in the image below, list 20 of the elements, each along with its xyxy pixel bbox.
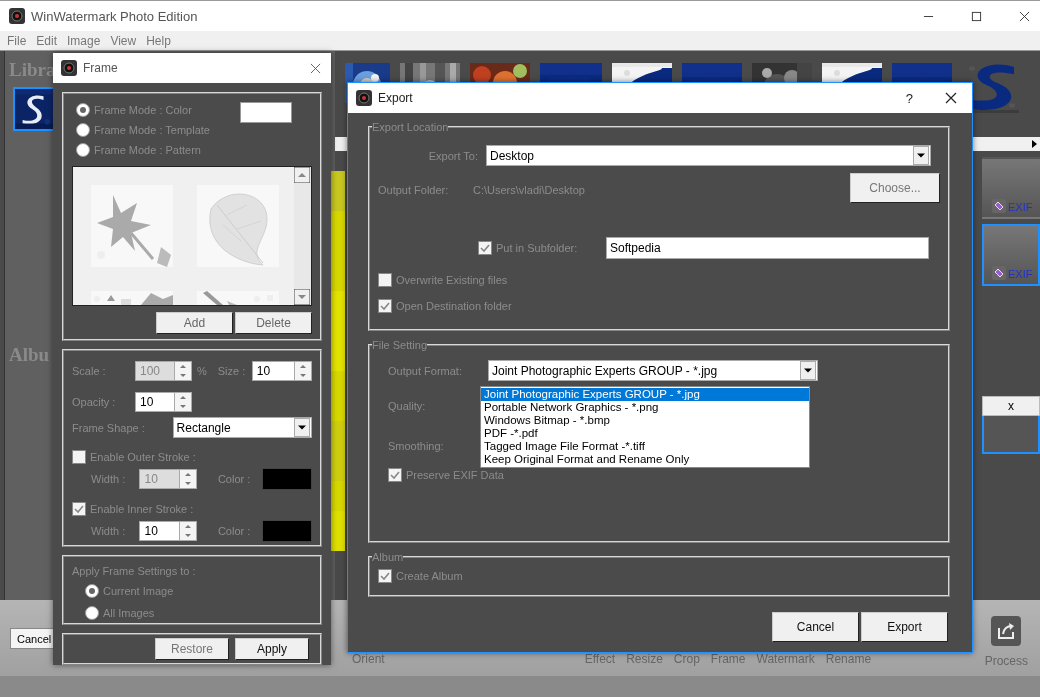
group-legend: Album [372, 551, 404, 563]
dialog-title: Frame [83, 61, 118, 75]
field-label: Export To: [427, 149, 478, 162]
group-label: Apply Frame Settings to : [72, 565, 197, 577]
field-label: Size : [217, 365, 247, 377]
field-label: Frame Shape : [72, 421, 146, 434]
field-label: Output Folder: [378, 184, 450, 196]
field-label: Color : [217, 525, 252, 537]
field-label: Opacity : [72, 396, 117, 408]
dialog-title: Export [378, 91, 413, 105]
field-label: Output Format: [388, 364, 463, 377]
group-legend: Export Location [372, 121, 449, 133]
field-label: Scale : [72, 365, 107, 377]
window-title: WinWatermark Photo Edition [31, 8, 198, 24]
field-label: Color : [217, 473, 252, 485]
folder-path: C:\Users\vladi\Desktop [473, 184, 585, 196]
field-label: Width : [91, 525, 127, 537]
group-legend: File Setting [372, 339, 428, 351]
unit-label: % [197, 365, 207, 377]
field-label: Width : [91, 473, 127, 485]
